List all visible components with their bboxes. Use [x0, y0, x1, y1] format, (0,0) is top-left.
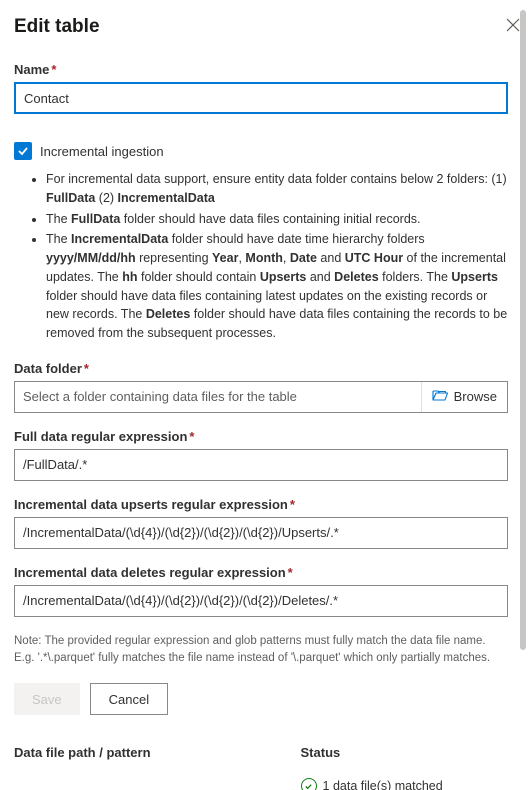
status-cell: 1 data file(s) matchedSchema match — [301, 778, 508, 790]
save-button: Save — [14, 683, 80, 715]
table-row: Test Partitions 2/User/userdata1\.parque… — [14, 768, 508, 790]
col-header-status: Status — [301, 745, 508, 760]
page-title: Edit table — [14, 16, 100, 38]
info-list-item: The FullData folder should have data fil… — [46, 210, 508, 229]
upsert-regex-label: Incremental data upserts regular express… — [14, 497, 508, 512]
info-list-item: The IncrementalData folder should have d… — [46, 230, 508, 343]
info-list-item: For incremental data support, ensure ent… — [46, 170, 508, 208]
checkmark-circle-icon — [301, 778, 317, 790]
incremental-checkbox[interactable] — [14, 142, 32, 160]
data-folder-input[interactable] — [15, 382, 421, 412]
full-regex-input[interactable] — [14, 449, 508, 481]
upsert-regex-input[interactable] — [14, 517, 508, 549]
status-item: 1 data file(s) matched — [301, 778, 508, 790]
delete-regex-input[interactable] — [14, 585, 508, 617]
cancel-button[interactable]: Cancel — [90, 683, 168, 715]
full-regex-label: Full data regular expression* — [14, 429, 508, 444]
scrollbar[interactable] — [520, 10, 526, 650]
browse-button[interactable]: Browse — [421, 382, 507, 412]
col-header-path: Data file path / pattern — [14, 745, 301, 760]
name-label: Name* — [14, 62, 508, 77]
folder-open-icon — [432, 388, 448, 405]
data-folder-label: Data folder* — [14, 361, 508, 376]
regex-note: Note: The provided regular expression an… — [14, 633, 508, 668]
delete-regex-label: Incremental data deletes regular express… — [14, 565, 508, 580]
incremental-info-list: For incremental data support, ensure ent… — [14, 170, 508, 343]
name-input[interactable] — [14, 82, 508, 114]
incremental-label: Incremental ingestion — [40, 144, 164, 159]
